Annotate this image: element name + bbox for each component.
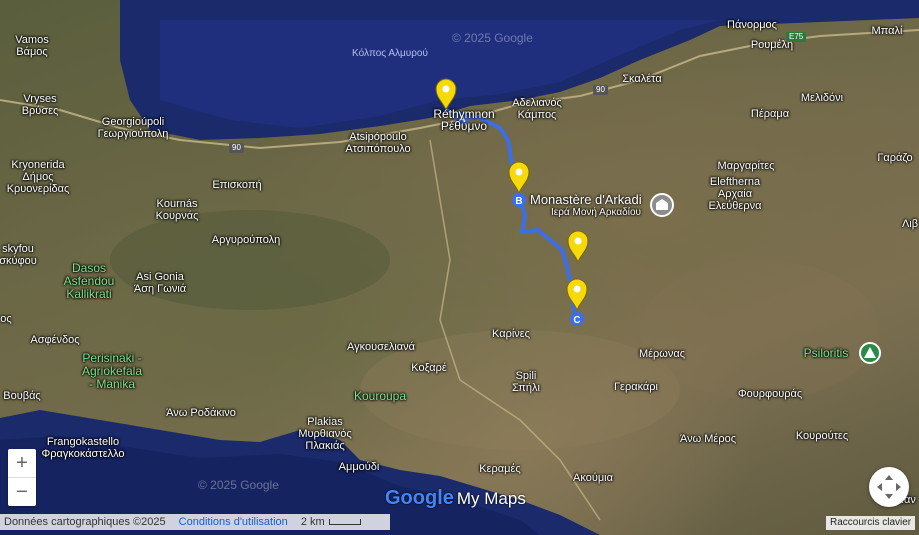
place-label: Asi Gonia Άση Γωνιά [133,271,187,295]
route-marker-c-label: C [573,315,580,326]
place-label: Ακούμια [573,472,613,484]
place-label: ος [0,313,12,325]
keyboard-shortcuts-button[interactable]: Raccourcis clavier [826,516,916,530]
monastery-icon[interactable] [650,193,674,217]
place-label: Γερακάρι [613,381,659,393]
place-label: Frangokastello Φραγκοκάστελλο [41,436,125,460]
park-label: Perisinaki - Agriokefala - Manika [81,351,143,391]
place-label: Πάνορμος Ρουμέλη [727,19,794,51]
watermark-top: © 2025 Google [452,31,533,45]
gulf-label: Κόλπος Αλμυρού [352,48,428,59]
zoom-control: + − [8,449,36,506]
move-arrows-icon [877,475,901,499]
pin-icon[interactable] [566,278,588,312]
pin-icon[interactable] [567,230,589,264]
place-label: Αμμούδι [338,461,380,473]
poi-monastery-sublabel: Ιερά Μονή Αρκαδίου [551,207,641,218]
place-label: Σκαλέτα [622,73,662,85]
pin-icon[interactable] [508,161,530,195]
terms-link[interactable]: Conditions d'utilisation [179,516,288,528]
place-label: Καρίνες [492,328,530,340]
place-label: Ασφένδος [30,334,80,346]
place-label: Georgioúpoli Γεωργιούπολη [97,116,169,140]
place-label: Κεραμές [479,463,521,475]
place-label: Κουρούτες [795,430,849,442]
place-label: Plakias Μυρθιανός Πλακιάς [298,416,352,452]
place-label: Μελιδόνι [800,92,844,104]
place-label: Γαράζο [877,152,913,164]
place-label: Κοξαρέ [411,362,447,374]
place-label: Αγκουσελιανά [347,341,415,353]
place-label: Μαργαρίτες [717,160,775,172]
zoom-in-button[interactable]: + [8,449,36,477]
place-label: Λιβ [901,218,919,230]
place-label: Αδελιανός Κάμπος [512,97,562,121]
road-shield: 90 [593,85,608,95]
place-label: Φουρφουράς [737,388,803,400]
route-marker-b-label: B [515,196,522,207]
mountain-label: Psiloritis [803,346,849,360]
place-label: Αργυρούπολη [211,234,281,246]
place-label: skyfou σκύφου [0,243,37,267]
map-footer: Données cartographiques ©2025 Conditions… [0,514,390,530]
poi-monastery-label[interactable]: Monastère d'Arkadi [530,192,642,207]
google-mymaps-logo: Google My Maps [385,487,526,509]
scale-bar [328,519,361,526]
place-label: Vryses Βρύσες [21,93,59,117]
road-shield: E75 [786,32,807,42]
map-data-attribution: Données cartographiques ©2025 [4,516,166,528]
place-label: Πέραμα [750,108,790,120]
place-label: Άνω Ροδάκινο [166,407,236,419]
city-label: Réthymnon Ρέθυμνο [433,107,495,133]
place-label: Spili Σπήλι [512,370,540,394]
place-label: Atsipópoulo Ατσιπόπουλο [345,131,411,155]
place-label: Μπαλί [871,25,903,37]
navigation-button[interactable] [869,467,909,507]
place-label: Μέρωνας [638,348,686,360]
place-label: Vamos Βάμος [15,34,49,58]
road-shield: 90 [229,143,244,153]
place-label: Βουβάς [3,390,41,402]
place-label: Eleftherna Αρχαία Ελεύθερνα [708,176,762,212]
place-label: Επισκοπή [212,179,262,191]
map-canvas[interactable]: A B C © 2025 Google © 2025 Google Κόλπος… [0,0,919,535]
mountain-icon[interactable] [859,342,881,364]
place-label: Άνω Μέρος [679,433,737,445]
park-label: Kouroupa [353,389,407,403]
zoom-out-button[interactable]: − [8,478,36,506]
watermark-bottom: © 2025 Google [198,478,279,492]
place-label: Kryonerida Δήμος Κρυονερίδας [6,159,70,195]
map-terrain: A B C [0,0,919,535]
park-label: Dasos Asfendou Kallikrati [63,261,115,301]
scale-label: 2 km [300,516,325,528]
place-label: Kournás Κουρνάς [155,198,199,222]
